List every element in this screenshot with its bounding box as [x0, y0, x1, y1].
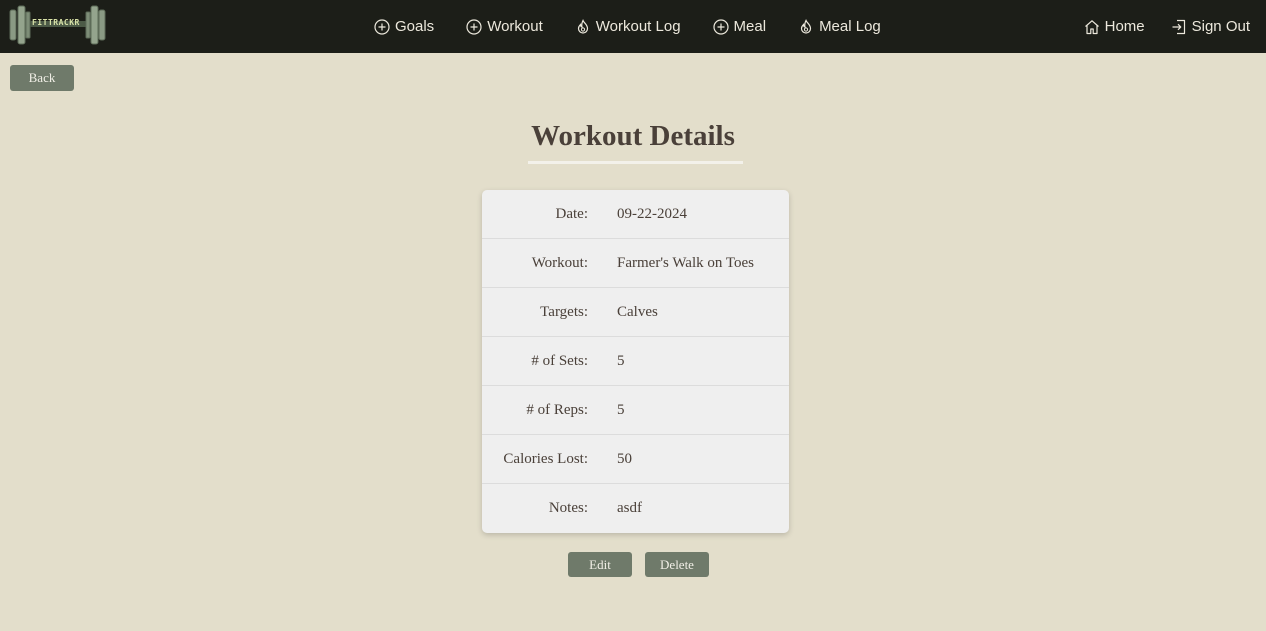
detail-label: Workout: — [531, 254, 588, 271]
detail-value: asdf — [617, 500, 642, 516]
plus-circle-icon — [712, 18, 729, 35]
detail-value: Farmer's Walk on Toes — [617, 254, 754, 271]
nav-meal-log[interactable]: Meal Log — [798, 18, 881, 35]
edit-button[interactable]: Edit — [568, 552, 632, 577]
detail-row-reps: # of Reps: 5 — [482, 386, 789, 435]
plus-circle-icon — [466, 18, 482, 35]
detail-row-targets: Targets: Calves — [482, 288, 789, 337]
nav-workout-label: Workout — [487, 18, 543, 35]
nav-home[interactable]: Home — [1084, 18, 1145, 35]
flame-icon — [800, 18, 812, 34]
nav-sign-out-label: Sign Out — [1191, 18, 1250, 35]
detail-value: 5 — [617, 352, 625, 369]
plus-circle-icon — [374, 18, 390, 35]
nav-workout-log-label: Workout Log — [595, 18, 681, 35]
title-underline — [528, 161, 743, 164]
detail-value: 5 — [617, 401, 625, 418]
workout-details-card: Date: 09-22-2024 Workout: Farmer's Walk … — [482, 190, 789, 533]
detail-row-notes: Notes: asdf — [482, 484, 789, 533]
main-nav: Goals Workout Workout Log Meal Meal Log — [374, 0, 881, 53]
detail-row-date: Date: 09-22-2024 — [482, 190, 789, 239]
detail-value: 50 — [617, 450, 632, 467]
nav-home-label: Home — [1104, 18, 1145, 35]
delete-button[interactable]: Delete — [645, 552, 709, 577]
nav-meal[interactable]: Meal — [712, 18, 767, 35]
detail-row-workout: Workout: Farmer's Walk on Toes — [482, 239, 789, 288]
detail-label: Notes: — [548, 500, 588, 516]
back-button[interactable]: Back — [10, 65, 74, 91]
flame-icon — [577, 18, 588, 34]
nav-goals[interactable]: Goals — [374, 18, 434, 35]
detail-label: # of Sets: — [531, 352, 588, 369]
nav-sign-out[interactable]: Sign Out — [1171, 18, 1250, 35]
fittrackr-logo[interactable]: FITTRACKR — [8, 4, 108, 46]
sign-out-icon — [1172, 19, 1185, 34]
nav-meal-log-label: Meal Log — [819, 18, 881, 35]
nav-workout-log[interactable]: Workout Log — [575, 18, 681, 35]
detail-row-sets: # of Sets: 5 — [482, 337, 789, 386]
page-title: Workout Details — [531, 120, 735, 152]
detail-label: # of Reps: — [526, 401, 588, 418]
nav-goals-label: Goals — [395, 18, 435, 35]
detail-value: 09-22-2024 — [617, 205, 687, 222]
detail-label: Date: — [555, 205, 588, 222]
navbar: FITTRACKR Goals Workout Workout Log Meal… — [0, 0, 1266, 53]
home-icon — [1084, 19, 1099, 34]
detail-row-calories: Calories Lost: 50 — [482, 435, 789, 484]
nav-workout[interactable]: Workout — [466, 18, 543, 35]
user-nav: Home Sign Out — [1084, 0, 1250, 53]
detail-value: Calves — [617, 303, 658, 320]
logo-text: FITTRACKR — [32, 18, 80, 27]
detail-label: Targets: — [540, 303, 588, 320]
detail-label: Calories Lost: — [503, 450, 588, 467]
nav-meal-label: Meal — [733, 18, 767, 35]
